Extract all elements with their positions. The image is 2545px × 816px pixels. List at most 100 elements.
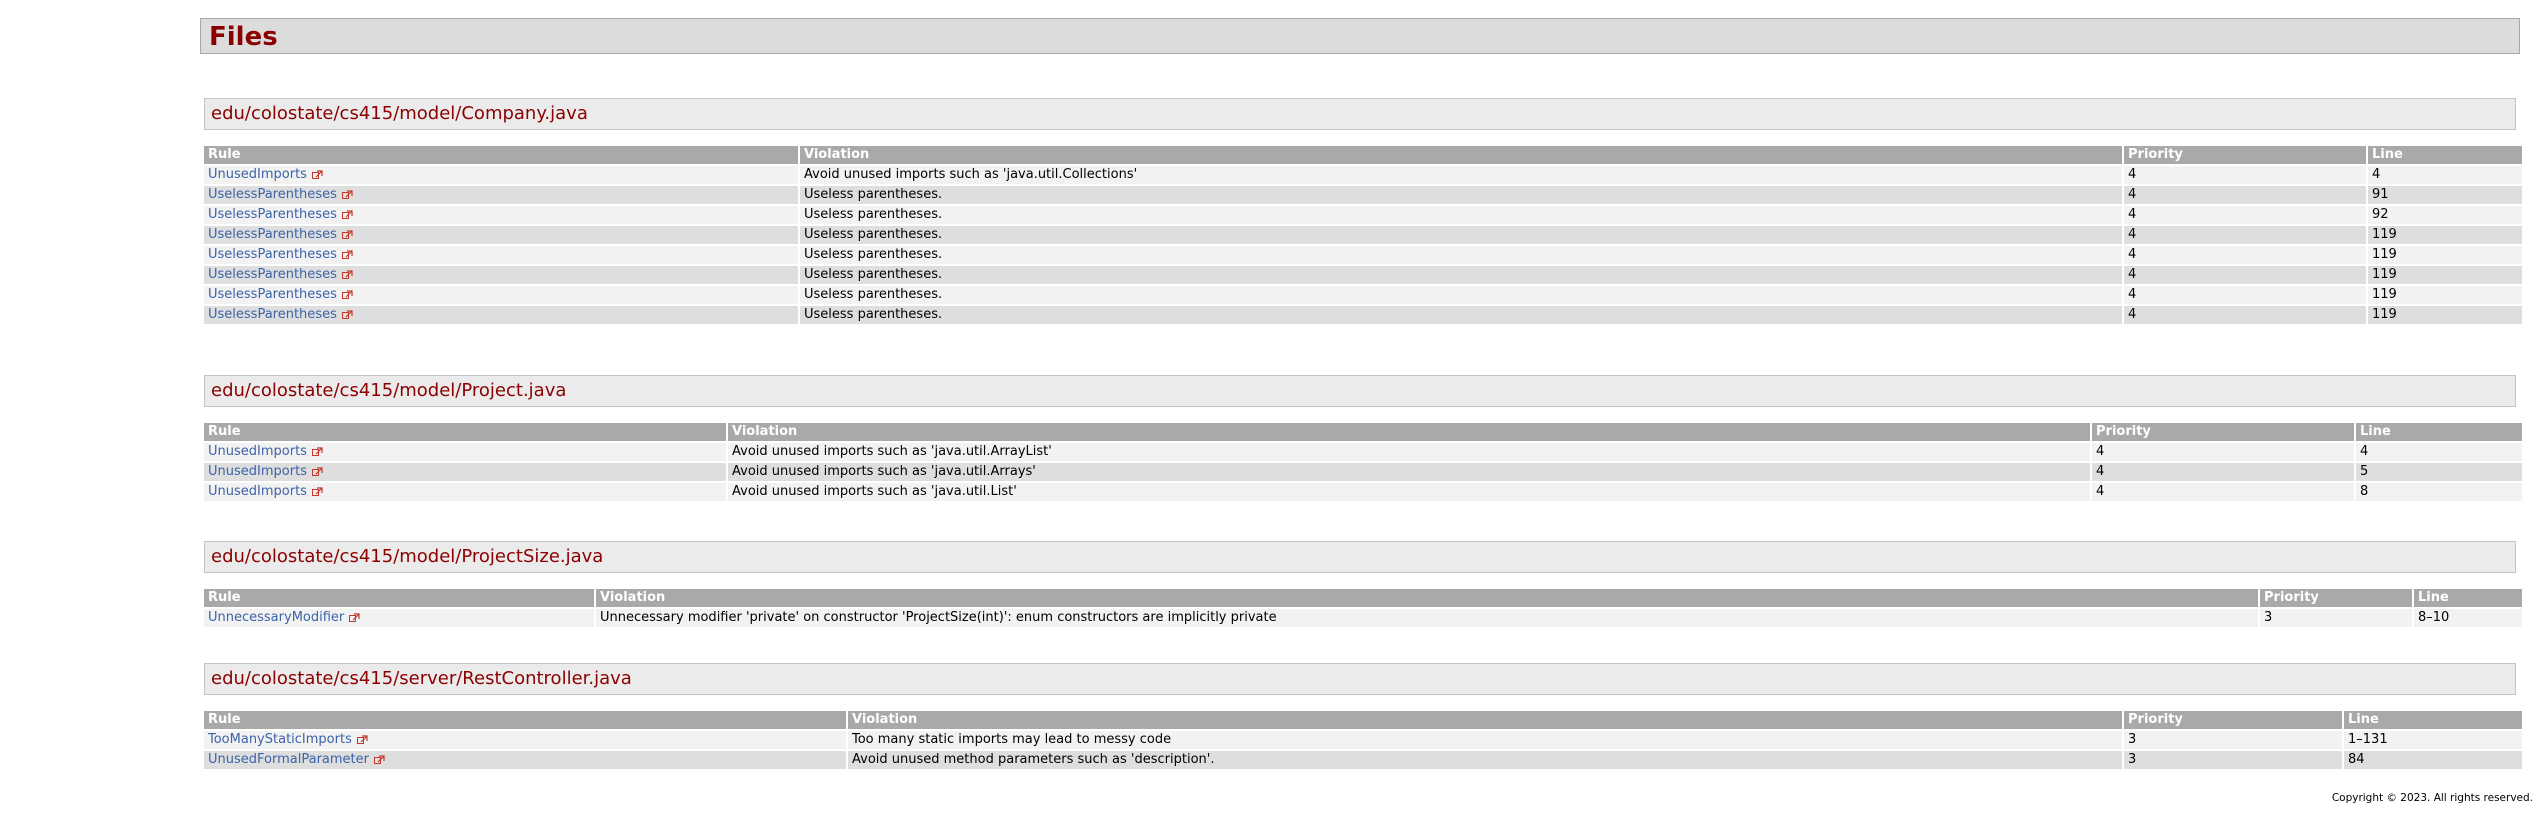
violations-table: Rule Violation Priority Line UnusedImpor…: [202, 421, 2524, 503]
rule-link[interactable]: UselessParentheses: [208, 307, 337, 322]
table-header-row: Rule Violation Priority Line: [204, 146, 2522, 164]
rule-cell: UnusedImports: [204, 463, 726, 481]
table-header-row: Rule Violation Priority Line: [204, 423, 2522, 441]
violation-cell: Too many static imports may lead to mess…: [848, 731, 2122, 749]
external-link-icon[interactable]: [341, 290, 353, 299]
table-row: UselessParentheses Useless parentheses. …: [204, 186, 2522, 204]
rule-link[interactable]: UselessParentheses: [208, 247, 337, 262]
violation-column-header: Violation: [848, 711, 2122, 729]
external-link-icon[interactable]: [311, 487, 323, 496]
table-row: UnusedImports Avoid unused imports such …: [204, 443, 2522, 461]
rule-link[interactable]: TooManyStaticImports: [208, 732, 352, 747]
priority-column-header: Priority: [2260, 589, 2412, 607]
priority-cell: 3: [2260, 609, 2412, 627]
line-cell: 119: [2368, 246, 2522, 264]
line-cell: 119: [2368, 266, 2522, 284]
violation-cell: Avoid unused imports such as 'java.util.…: [800, 166, 2122, 184]
line-cell: 4: [2356, 443, 2522, 461]
rule-link[interactable]: UnnecessaryModifier: [208, 610, 344, 625]
table-row: UselessParentheses Useless parentheses. …: [204, 266, 2522, 284]
priority-cell: 4: [2124, 206, 2366, 224]
violation-cell: Useless parentheses.: [800, 186, 2122, 204]
priority-column-header: Priority: [2124, 146, 2366, 164]
violation-cell: Avoid unused imports such as 'java.util.…: [728, 443, 2090, 461]
table-row: UselessParentheses Useless parentheses. …: [204, 226, 2522, 244]
priority-cell: 3: [2124, 751, 2342, 769]
line-cell: 119: [2368, 306, 2522, 324]
rule-cell: UselessParentheses: [204, 286, 798, 304]
rule-link[interactable]: UnusedFormalParameter: [208, 752, 369, 767]
rule-link[interactable]: UselessParentheses: [208, 207, 337, 222]
external-link-icon[interactable]: [341, 250, 353, 259]
external-link-icon[interactable]: [349, 613, 360, 622]
line-cell: 8: [2356, 483, 2522, 501]
rule-cell: UselessParentheses: [204, 186, 798, 204]
priority-cell: 4: [2092, 483, 2354, 501]
violation-column-header: Violation: [800, 146, 2122, 164]
rule-cell: UselessParentheses: [204, 226, 798, 244]
priority-cell: 4: [2124, 266, 2366, 284]
rule-cell: UselessParentheses: [204, 206, 798, 224]
external-link-icon[interactable]: [311, 467, 323, 476]
file-section-restcontroller: edu/colostate/cs415/server/RestControlle…: [204, 663, 2522, 771]
external-link-icon[interactable]: [341, 270, 353, 279]
table-header-row: Rule Violation Priority Line: [204, 711, 2522, 729]
priority-cell: 4: [2124, 166, 2366, 184]
table-row: UselessParentheses Useless parentheses. …: [204, 306, 2522, 324]
external-link-icon[interactable]: [341, 310, 353, 319]
rule-column-header: Rule: [204, 589, 594, 607]
rule-link[interactable]: UselessParentheses: [208, 267, 337, 282]
rule-link[interactable]: UselessParentheses: [208, 227, 337, 242]
file-header: edu/colostate/cs415/model/Company.java: [204, 98, 2516, 130]
rule-cell: UnusedImports: [204, 166, 798, 184]
file-section-projectsize: edu/colostate/cs415/model/ProjectSize.ja…: [204, 541, 2522, 629]
violation-cell: Useless parentheses.: [800, 266, 2122, 284]
external-link-icon[interactable]: [356, 735, 368, 744]
table-row: UselessParentheses Useless parentheses. …: [204, 206, 2522, 224]
external-link-icon[interactable]: [341, 210, 353, 219]
rule-cell: UnusedImports: [204, 443, 726, 461]
table-row: UnusedImports Avoid unused imports such …: [204, 483, 2522, 501]
rule-link[interactable]: UnusedImports: [208, 484, 307, 499]
violation-cell: Avoid unused imports such as 'java.util.…: [728, 483, 2090, 501]
rule-cell: UselessParentheses: [204, 266, 798, 284]
rule-column-header: Rule: [204, 711, 846, 729]
priority-cell: 4: [2124, 186, 2366, 204]
external-link-icon[interactable]: [311, 447, 323, 456]
external-link-icon[interactable]: [341, 190, 353, 199]
priority-cell: 4: [2124, 306, 2366, 324]
priority-cell: 4: [2124, 246, 2366, 264]
external-link-icon[interactable]: [373, 755, 385, 764]
table-row: UnnecessaryModifier Unnecessary modifier…: [204, 609, 2522, 627]
priority-cell: 4: [2092, 443, 2354, 461]
line-cell: 119: [2368, 226, 2522, 244]
violation-column-header: Violation: [596, 589, 2258, 607]
table-header-row: Rule Violation Priority Line: [204, 589, 2522, 607]
line-cell: 92: [2368, 206, 2522, 224]
file-header: edu/colostate/cs415/model/Project.java: [204, 375, 2516, 407]
table-row: UnusedFormalParameter Avoid unused metho…: [204, 751, 2522, 769]
rule-link[interactable]: UnusedImports: [208, 167, 307, 182]
violation-cell: Useless parentheses.: [800, 206, 2122, 224]
rule-link[interactable]: UnusedImports: [208, 444, 307, 459]
rule-link[interactable]: UselessParentheses: [208, 287, 337, 302]
priority-cell: 4: [2092, 463, 2354, 481]
rule-link[interactable]: UselessParentheses: [208, 187, 337, 202]
rule-cell: UnnecessaryModifier: [204, 609, 594, 627]
violations-table: Rule Violation Priority Line UnusedImpor…: [202, 144, 2524, 326]
table-row: UnusedImports Avoid unused imports such …: [204, 166, 2522, 184]
rule-cell: UnusedFormalParameter: [204, 751, 846, 769]
line-cell: 4: [2368, 166, 2522, 184]
violation-cell: Useless parentheses.: [800, 286, 2122, 304]
violations-table: Rule Violation Priority Line TooManyStat…: [202, 709, 2524, 771]
line-cell: 119: [2368, 286, 2522, 304]
violation-cell: Unnecessary modifier 'private' on constr…: [596, 609, 2258, 627]
rule-link[interactable]: UnusedImports: [208, 464, 307, 479]
table-row: TooManyStaticImports Too many static imp…: [204, 731, 2522, 749]
external-link-icon[interactable]: [341, 230, 353, 239]
file-section-project: edu/colostate/cs415/model/Project.java R…: [204, 375, 2522, 503]
line-column-header: Line: [2356, 423, 2522, 441]
violation-cell: Avoid unused method parameters such as '…: [848, 751, 2122, 769]
line-cell: 91: [2368, 186, 2522, 204]
external-link-icon[interactable]: [311, 170, 323, 179]
